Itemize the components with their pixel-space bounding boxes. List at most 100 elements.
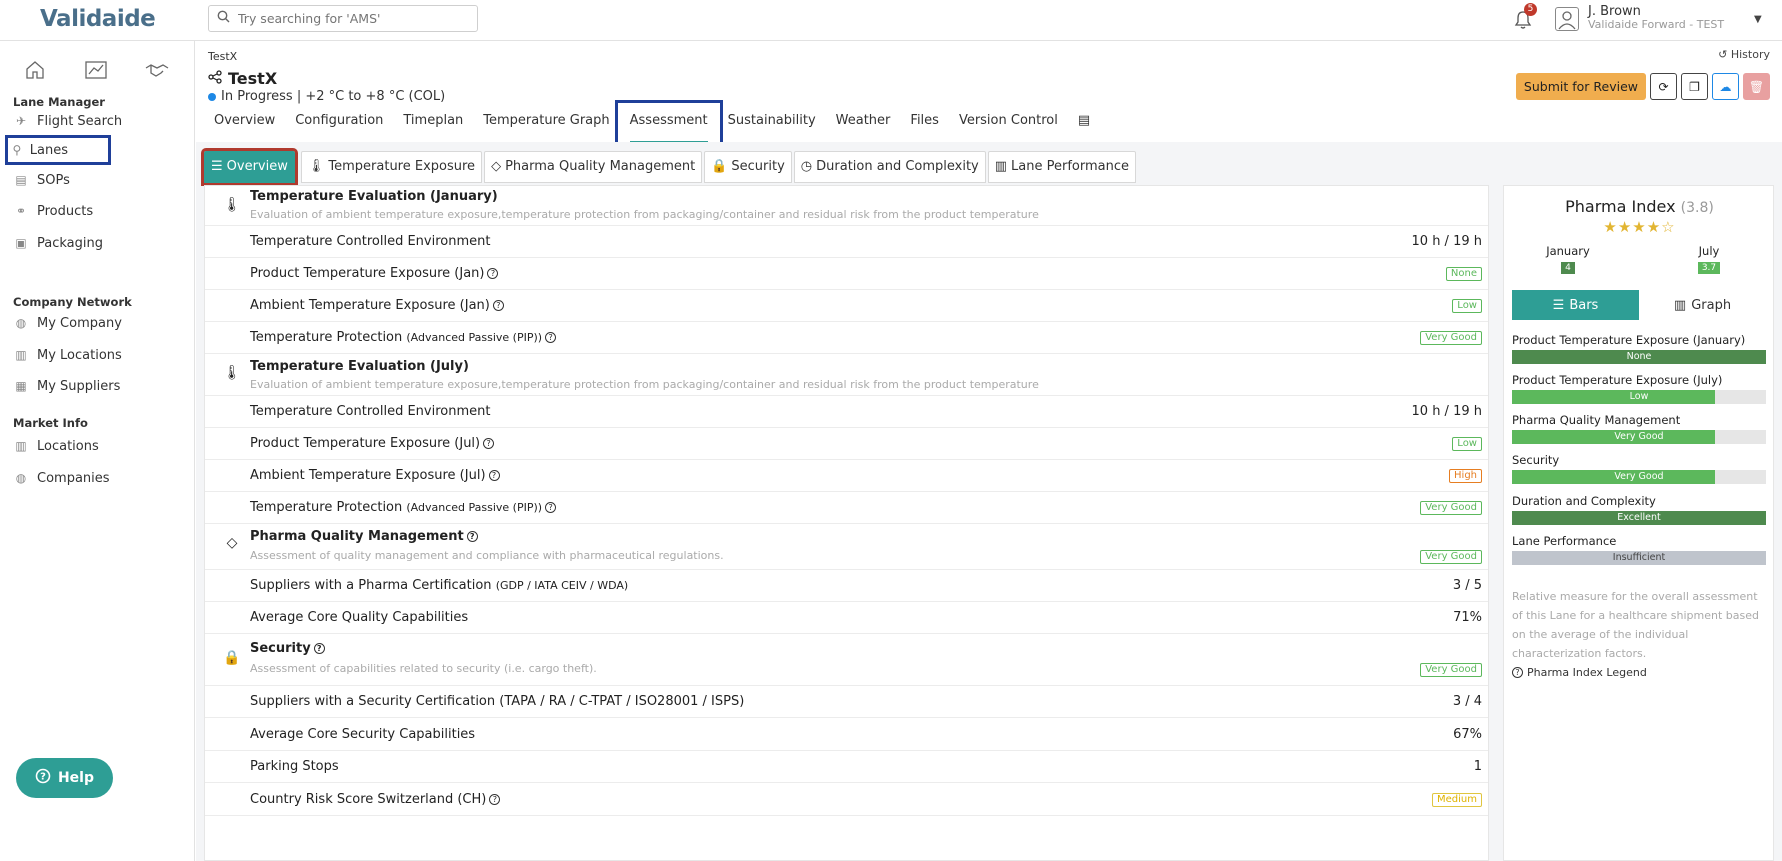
tab-files[interactable]: Files xyxy=(900,108,949,136)
tab-weather[interactable]: Weather xyxy=(826,108,901,136)
table-row: Temperature Controlled Environment 10 h … xyxy=(205,226,1488,258)
warehouse-icon: ▥ xyxy=(15,348,27,362)
globe-icon: ◍ xyxy=(15,316,27,330)
sidebar-item-companies[interactable]: ◍ Companies xyxy=(13,466,110,490)
search-input[interactable] xyxy=(238,11,458,26)
subtab-security[interactable]: 🔒 Security xyxy=(704,151,792,183)
chevron-down-icon[interactable]: ▼ xyxy=(1754,14,1762,25)
copy-button[interactable]: ❐ xyxy=(1681,73,1708,100)
question-circle-icon[interactable]: ? xyxy=(545,502,557,513)
sidebar-item-sops[interactable]: ▤ SOPs xyxy=(13,168,70,192)
sidebar-item-my-suppliers[interactable]: ▦ My Suppliers xyxy=(13,374,120,398)
subtab-temperature-exposure[interactable]: 🌡 Temperature Exposure xyxy=(300,151,483,183)
metric-bar: Very Good xyxy=(1512,430,1766,444)
tab-temperature-graph[interactable]: Temperature Graph xyxy=(473,108,619,136)
history-link[interactable]: ↺ History xyxy=(1718,48,1770,61)
trash-icon: 🗑 xyxy=(1748,79,1765,94)
sidebar-item-products[interactable]: ⚭ Products xyxy=(13,199,93,223)
sidebar-item-my-locations[interactable]: ▥ My Locations xyxy=(13,343,121,367)
gem-icon: ◇ xyxy=(226,535,238,551)
month-score-badge: 3.7 xyxy=(1697,262,1721,274)
metric-bar-text: Insufficient xyxy=(1612,552,1666,563)
status-badge: High xyxy=(1449,469,1482,483)
airplane-icon: ✈ xyxy=(15,114,27,128)
user-name[interactable]: J. Brown xyxy=(1588,4,1641,19)
status-dot-icon xyxy=(208,92,216,101)
help-button[interactable]: ? Help xyxy=(16,758,113,798)
pharma-index-panel: Pharma Index (3.8) ★★★★☆ January 4 July … xyxy=(1503,185,1774,861)
tab-assessment[interactable]: Assessment xyxy=(614,100,723,148)
section-header-temperature-july: 🌡 Temperature Evaluation (July) Evaluati… xyxy=(205,354,1488,396)
status-badge: Very Good xyxy=(1420,331,1482,345)
table-row: Ambient Temperature Exposure (Jan)? Low xyxy=(205,290,1488,322)
cloud-download-button[interactable]: ☁ xyxy=(1712,73,1739,100)
tab-report[interactable]: ▤ xyxy=(1068,108,1100,136)
table-row: Product Temperature Exposure (Jul)? Low xyxy=(205,428,1488,460)
sidebar-item-packaging[interactable]: ▣ Packaging xyxy=(13,231,103,255)
home-icon[interactable] xyxy=(24,59,46,81)
question-circle-icon[interactable]: ? xyxy=(489,794,501,805)
globe-icon: ◍ xyxy=(15,471,27,485)
month-january: January 4 xyxy=(1546,244,1590,274)
question-circle-icon[interactable]: ? xyxy=(545,332,557,343)
question-circle-icon[interactable]: ? xyxy=(466,531,478,542)
metric-item: Duration and Complexity Excellent xyxy=(1512,494,1766,525)
metric-bar: Very Good xyxy=(1512,470,1766,484)
subtab-lane-performance[interactable]: ▥ Lane Performance xyxy=(987,151,1137,183)
section-header-temperature-january: 🌡 Temperature Evaluation (January) Evalu… xyxy=(205,186,1488,226)
table-row: Suppliers with a Pharma Certification (G… xyxy=(205,570,1488,602)
metric-label: Product Temperature Exposure (January) xyxy=(1512,333,1746,347)
graph-toggle-button[interactable]: ▥ Graph xyxy=(1639,290,1766,320)
metric-bar: Excellent xyxy=(1512,511,1766,525)
tab-configuration[interactable]: Configuration xyxy=(285,108,393,136)
month-score-badge: 4 xyxy=(1561,262,1575,274)
metric-label: Lane Performance xyxy=(1512,534,1617,548)
subtab-pharma-quality-management[interactable]: ◇ Pharma Quality Management xyxy=(484,151,703,183)
tab-timeplan[interactable]: Timeplan xyxy=(393,108,473,136)
question-circle-icon[interactable]: ? xyxy=(483,438,495,449)
sidebar: Lane Manager ✈ Flight Search ⚲ Lanes ▤ S… xyxy=(0,41,195,861)
cloud-download-icon: ☁ xyxy=(1719,79,1732,94)
metric-bar: None xyxy=(1512,350,1766,364)
sidebar-item-flight-search[interactable]: ✈ Flight Search xyxy=(13,109,122,133)
breadcrumb[interactable]: TestX xyxy=(208,50,237,63)
metric-item: Product Temperature Exposure (July) Low xyxy=(1512,373,1766,404)
metric-bar-text: None xyxy=(1626,351,1652,362)
status-badge: Very Good xyxy=(1420,550,1482,564)
question-circle-icon[interactable]: ? xyxy=(487,268,499,279)
user-avatar-icon[interactable] xyxy=(1555,7,1579,31)
notification-count-badge: 5 xyxy=(1524,3,1537,16)
submit-for-review-button[interactable]: Submit for Review xyxy=(1515,73,1646,100)
warehouse-icon: ▥ xyxy=(15,439,27,453)
pharma-index-title: Pharma Index (3.8) xyxy=(1565,197,1714,216)
analytics-icon[interactable] xyxy=(84,59,107,81)
tab-overview[interactable]: Overview xyxy=(204,108,285,136)
sidebar-item-locations[interactable]: ▥ Locations xyxy=(13,434,98,458)
refresh-button[interactable]: ⟳ xyxy=(1650,73,1677,100)
thermometer-icon: 🌡 xyxy=(223,365,241,381)
question-circle-icon[interactable]: ? xyxy=(492,300,504,311)
validaide-logo[interactable]: Validaide xyxy=(40,6,156,32)
bars-toggle-button[interactable]: ☰ Bars xyxy=(1512,290,1639,320)
status-badge: Very Good xyxy=(1420,501,1482,515)
lock-icon: 🔒 xyxy=(223,650,241,666)
metric-item: Pharma Quality Management Very Good xyxy=(1512,413,1766,444)
metric-bar-text: Very Good xyxy=(1614,471,1664,482)
question-circle-icon[interactable]: ? xyxy=(488,470,500,481)
subtab-duration-and-complexity[interactable]: ◷ Duration and Complexity xyxy=(793,151,986,183)
thermometer-icon: 🌡 xyxy=(307,159,325,174)
sidebar-item-lanes[interactable]: ⚲ Lanes xyxy=(5,135,111,165)
subtab-overview[interactable]: ☰ Overview xyxy=(201,148,298,186)
search-box[interactable] xyxy=(208,5,478,32)
svg-text:?: ? xyxy=(40,772,46,783)
delete-button[interactable]: 🗑 xyxy=(1743,73,1770,100)
table-row: Average Core Quality Capabilities 71% xyxy=(205,602,1488,634)
tab-sustainability[interactable]: Sustainability xyxy=(718,108,826,136)
assessment-content: ☰ Overview 🌡 Temperature Exposure ◇ Pharma … xyxy=(196,142,1782,861)
table-row: Average Core Security Capabilities 67% xyxy=(205,718,1488,751)
tab-version-control[interactable]: Version Control xyxy=(949,108,1068,136)
sidebar-item-my-company[interactable]: ◍ My Company xyxy=(13,311,122,335)
pharma-index-legend-link[interactable]: ? Pharma Index Legend xyxy=(1512,666,1647,679)
handshake-icon[interactable] xyxy=(144,59,169,81)
question-circle-icon[interactable]: ? xyxy=(313,643,325,654)
